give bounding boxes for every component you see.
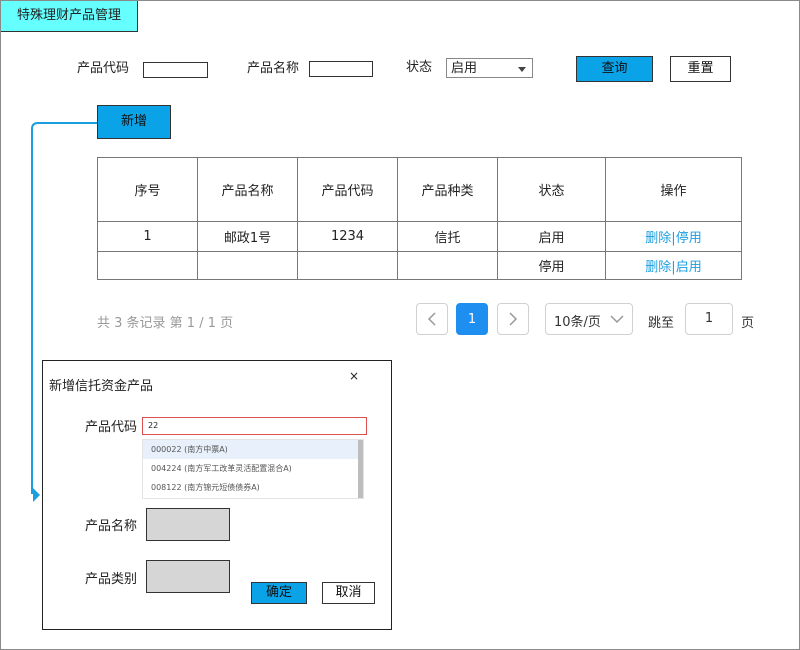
cell-code [297,251,398,280]
suggestion-item[interactable]: 000022 (南方中票A) [143,440,363,459]
delete-link[interactable]: 删除 [645,260,671,275]
column-header-type: 产品种类 [397,157,498,222]
close-icon[interactable]: × [349,369,359,383]
dialog-code-label: 产品代码 [85,420,138,435]
column-header-name: 产品名称 [197,157,298,222]
delete-link[interactable]: 删除 [645,231,671,246]
suggestion-item[interactable]: 008122 (南方锦元短债债券A) [143,478,363,497]
column-header-code: 产品代码 [297,157,398,222]
cell-name: 邮政1号 [197,221,298,252]
next-page-button[interactable] [497,303,529,335]
cell-actions: 删除|停用 [605,221,742,252]
table-row: 1 邮政1号 1234 信托 启用 删除|停用 [97,221,742,252]
cancel-button[interactable]: 取消 [322,582,375,604]
table-header-row: 序号 产品名称 产品代码 产品种类 状态 操作 [97,157,742,222]
column-header-index: 序号 [97,157,198,222]
page-suffix-label: 页 [741,316,755,331]
chevron-down-icon [610,315,624,324]
table-row: 停用 删除|启用 [97,251,742,280]
page-button-current[interactable]: 1 [456,303,488,335]
dialog-name-input[interactable] [146,508,230,541]
chevron-right-icon [509,312,518,326]
enable-link[interactable]: 启用 [676,260,702,275]
cell-type [397,251,498,280]
chevron-left-icon [427,312,436,326]
goto-page-input[interactable]: 1 [685,303,733,335]
pagination-summary: 共 3 条记录 第 1 / 1 页 [97,316,234,331]
column-header-status: 状态 [497,157,606,222]
cell-index: 1 [97,221,198,252]
suggestion-scrollbar[interactable] [358,440,363,498]
cell-name [197,251,298,280]
arrow-head-icon [33,488,40,502]
code-suggestion-list: 000022 (南方中票A) 004224 (南方军工改革灵活配置混合A) 00… [142,439,364,499]
suggestion-item[interactable]: 004224 (南方军工改革灵活配置混合A) [143,459,363,478]
prev-page-button[interactable] [416,303,448,335]
cell-type: 信托 [397,221,498,252]
column-header-actions: 操作 [605,157,742,222]
dialog-category-input[interactable] [146,560,230,593]
product-table: 序号 产品名称 产品代码 产品种类 状态 操作 1 邮政1号 1234 信托 启… [97,157,742,280]
cell-index [97,251,198,280]
dialog-code-input[interactable]: 22 [142,417,367,435]
dialog-category-label: 产品类别 [85,572,138,587]
cell-actions: 删除|启用 [605,251,742,280]
cell-status: 停用 [497,251,606,280]
goto-label: 跳至 [648,316,675,331]
page-size-value: 10条/页 [554,315,601,330]
disable-link[interactable]: 停用 [676,231,702,246]
add-trust-product-dialog: 新增信托资金产品 × 产品代码 22 000022 (南方中票A) 004224… [42,360,392,630]
confirm-button[interactable]: 确定 [251,582,307,604]
dialog-name-label: 产品名称 [85,519,138,534]
cell-status: 启用 [497,221,606,252]
dialog-title: 新增信托资金产品 [49,379,154,394]
cell-code: 1234 [297,221,398,252]
page-size-select[interactable]: 10条/页 [545,303,633,335]
